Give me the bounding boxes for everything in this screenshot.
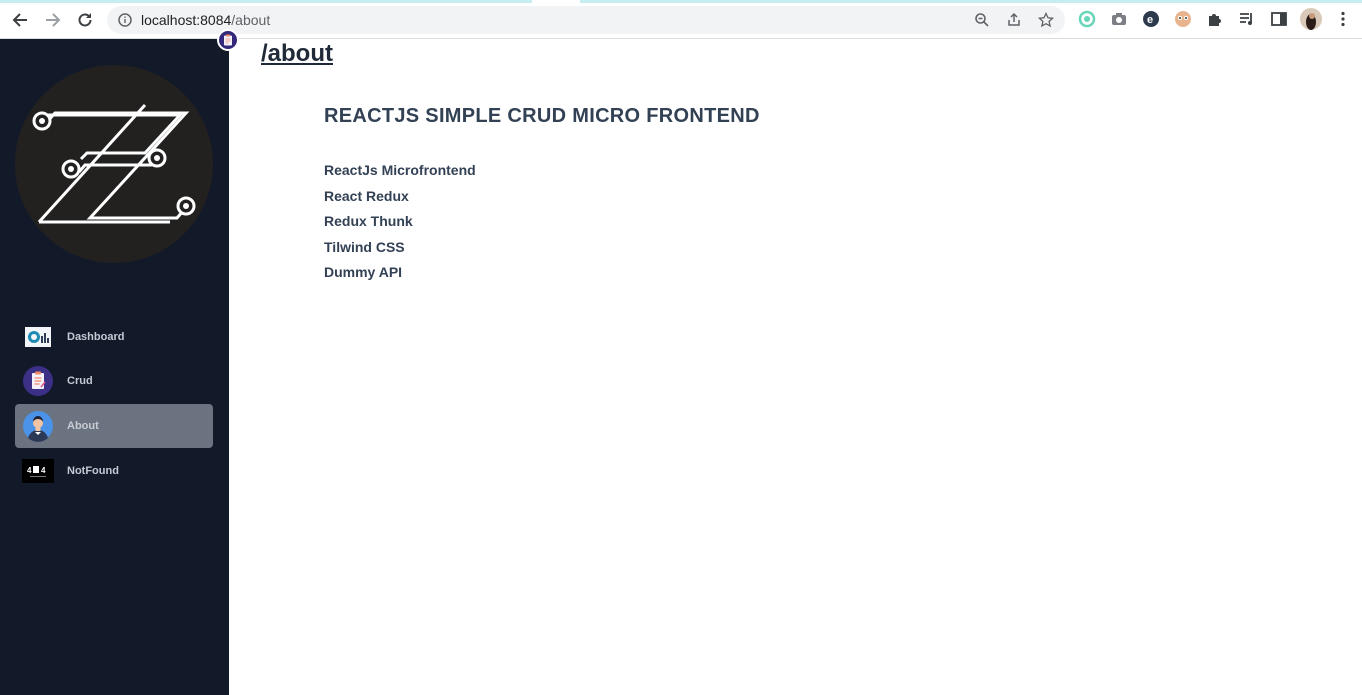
svg-text:4: 4 [27, 466, 32, 475]
app-logo [15, 65, 213, 263]
back-button[interactable] [9, 9, 31, 31]
bookmark-star-icon[interactable] [1037, 11, 1055, 29]
share-icon[interactable] [1005, 11, 1023, 29]
sidebar-item-about[interactable]: About [15, 404, 213, 448]
list-item: Tilwind CSS [324, 238, 405, 255]
about-avatar-icon [22, 410, 54, 442]
page-heading: REACTJS SIMPLE CRUD MICRO FRONTEND [324, 105, 760, 127]
sidebar-toggle-button[interactable] [217, 29, 239, 51]
sidebar: Dashboard Crud About 44 NotFound [0, 39, 229, 695]
arrow-right-icon [46, 13, 61, 27]
extension-e-icon[interactable]: e [1142, 10, 1160, 28]
browser-toolbar: localhost:8084/about e [0, 0, 1362, 39]
list-item: Dummy API [324, 264, 403, 280]
profile-avatar[interactable] [1300, 8, 1322, 30]
sidebar-item-notfound[interactable]: 44 NotFound [15, 449, 213, 493]
camera-icon[interactable] [1110, 10, 1128, 28]
list-item: Redux Thunk [324, 213, 413, 229]
sidebar-item-dashboard[interactable]: Dashboard [15, 315, 213, 359]
side-panel-icon[interactable] [1270, 10, 1288, 28]
sidebar-item-label: Crud [67, 375, 93, 387]
clipboard-icon [224, 34, 232, 46]
extensions-puzzle-icon[interactable] [1206, 10, 1224, 28]
tab-strip-edge [0, 0, 1362, 3]
list-item: ReactJs Microfrontend [324, 162, 476, 178]
tech-stack-list: ReactJs Microfrontend React Redux Redux … [324, 162, 476, 290]
svg-text:e: e [1147, 14, 1153, 26]
sidebar-item-label: Dashboard [67, 331, 125, 343]
dashboard-thumbnail-icon [22, 321, 54, 353]
route-title: /about [261, 40, 333, 67]
url-path: /about [231, 12, 271, 28]
url-text[interactable]: localhost:8084/about [141, 12, 270, 28]
reload-button[interactable] [74, 9, 96, 31]
sidebar-item-label: NotFound [67, 465, 119, 477]
notfound-404-icon: 44 [22, 455, 54, 487]
extension-ring-icon[interactable] [1078, 10, 1096, 28]
circuit-z-logo-icon [32, 103, 196, 224]
main-content: /about REACTJS SIMPLE CRUD MICRO FRONTEN… [229, 39, 1362, 695]
sidebar-item-label: About [67, 420, 99, 432]
arrow-left-icon [12, 13, 27, 27]
crud-clipboard-icon [22, 365, 54, 397]
url-host: localhost:8084 [141, 12, 232, 28]
media-queue-icon[interactable] [1238, 10, 1256, 28]
list-item: React Redux [324, 187, 409, 204]
forward-button[interactable] [42, 9, 64, 31]
site-info-icon[interactable] [118, 13, 132, 27]
extension-face-icon[interactable] [1174, 10, 1192, 28]
reload-icon [78, 13, 92, 27]
kebab-menu-icon[interactable] [1334, 10, 1352, 28]
svg-text:4: 4 [41, 466, 46, 475]
address-bar[interactable]: localhost:8084/about [107, 6, 1065, 34]
zoom-icon[interactable] [973, 11, 991, 29]
sidebar-item-crud[interactable]: Crud [15, 359, 213, 403]
